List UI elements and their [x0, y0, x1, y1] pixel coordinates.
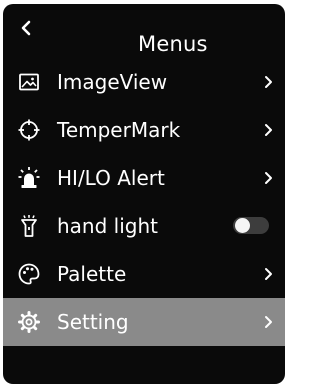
menu-item-label: Palette — [57, 262, 127, 286]
page-title: Menus — [138, 32, 208, 56]
chevron-right-icon — [261, 122, 275, 138]
menu-item-imageview[interactable]: ImageView — [3, 58, 285, 106]
menu-item-palette[interactable]: Palette — [3, 250, 285, 298]
gear-icon — [17, 310, 41, 334]
toggle-knob — [235, 218, 250, 233]
chevron-right-icon — [261, 314, 275, 330]
palette-icon — [17, 262, 41, 286]
menu-item-tempermark[interactable]: TemperMark — [3, 106, 285, 154]
header: Menus — [3, 4, 285, 60]
menu-item-label: TemperMark — [57, 118, 181, 142]
back-button[interactable] — [15, 16, 39, 40]
alarm-light-icon — [17, 166, 41, 190]
chevron-left-icon — [21, 20, 31, 36]
menu-list: ImageView TemperMark HI/LO Alert hand li… — [3, 58, 285, 346]
menus-screen: Menus ImageView TemperMark HI/LO Alert h… — [3, 4, 285, 384]
menu-item-label: Setting — [57, 310, 129, 334]
menu-item-label: HI/LO Alert — [57, 166, 165, 190]
chevron-right-icon — [261, 266, 275, 282]
menu-item-label: hand light — [57, 214, 158, 238]
image-icon — [17, 70, 41, 94]
menu-item-setting[interactable]: Setting — [3, 298, 285, 346]
crosshair-icon — [17, 118, 41, 142]
chevron-right-icon — [261, 74, 275, 90]
chevron-right-icon — [261, 170, 275, 186]
menu-item-label: ImageView — [57, 70, 168, 94]
flashlight-icon — [17, 214, 41, 238]
menu-item-hilo-alert[interactable]: HI/LO Alert — [3, 154, 285, 202]
hand-light-toggle[interactable] — [233, 217, 269, 234]
menu-item-hand-light[interactable]: hand light — [3, 202, 285, 250]
